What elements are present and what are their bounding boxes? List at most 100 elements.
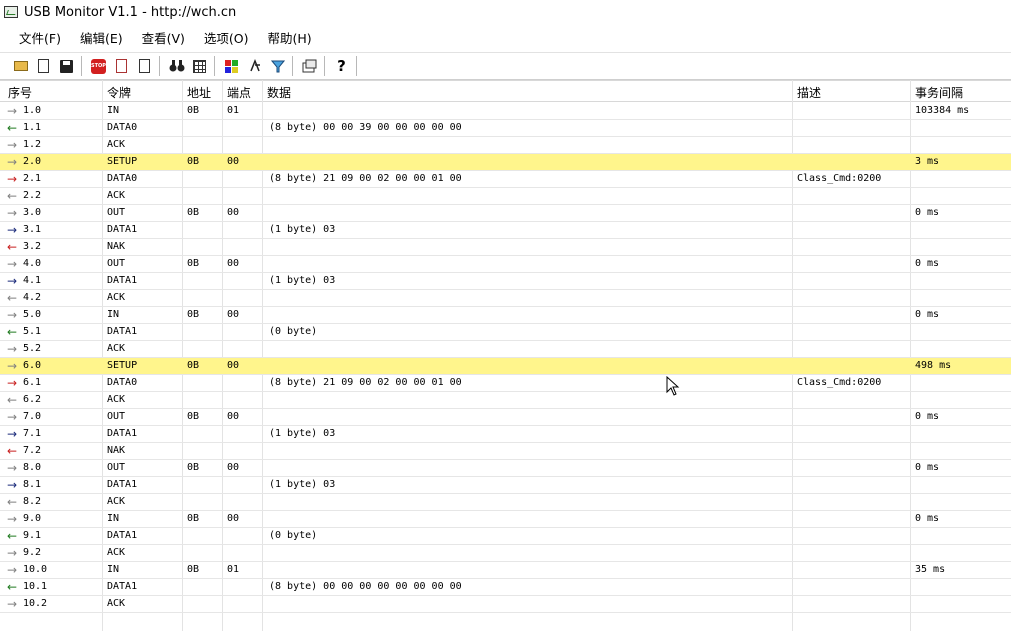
seq-cell: 3.2 (23, 241, 42, 252)
table-row[interactable]: ← 2.2 ACK (0, 188, 1011, 205)
direction-arrow-icon: → (7, 359, 18, 373)
description-cell: Class_Cmd:0200 (797, 173, 882, 184)
table-row[interactable]: ← 5.1 DATA1 (0 byte) (0, 324, 1011, 341)
menu-file[interactable]: 文件(F) (12, 28, 67, 47)
table-row[interactable]: ← 1.1 DATA0 (8 byte) 00 00 39 00 00 00 00 0… (0, 120, 1011, 137)
direction-arrow-icon: ← (7, 393, 18, 407)
seq-cell: 8.2 (23, 496, 42, 507)
filter-icon[interactable] (111, 56, 132, 76)
seq-cell: 4.0 (23, 258, 42, 269)
direction-arrow-icon: → (7, 512, 18, 526)
seq-cell: 6.0 (23, 360, 42, 371)
col-header-address[interactable]: 地址 (187, 84, 211, 101)
seq-cell: 6.2 (23, 394, 42, 405)
table-row[interactable]: → 2.1 DATA0 (8 byte) 21 09 00 02 00 00 01 0… (0, 171, 1011, 188)
col-header-data[interactable]: 数据 (267, 84, 291, 101)
grid-icon[interactable] (189, 56, 210, 76)
data-cell: (8 byte) 21 09 00 02 00 00 01 00 (269, 377, 462, 388)
table-row[interactable]: → 7.0 OUT 0B 00 0 ms (0, 409, 1011, 426)
direction-arrow-icon: ← (7, 325, 18, 339)
table-row[interactable]: → 10.0 IN 0B 01 35 ms (0, 562, 1011, 579)
token-cell: SETUP (107, 156, 138, 167)
table-row[interactable]: → 5.0 IN 0B 00 0 ms (0, 307, 1011, 324)
funnel-icon[interactable] (267, 56, 288, 76)
save-icon[interactable] (56, 56, 77, 76)
token-cell: OUT (107, 411, 126, 422)
table-row[interactable]: ← 3.2 NAK (0, 239, 1011, 256)
direction-arrow-icon: ← (7, 189, 18, 203)
token-cell: NAK (107, 445, 126, 456)
table-row[interactable]: → 1.0 IN 0B 01 103384 ms (0, 103, 1011, 120)
seq-cell: 5.2 (23, 343, 42, 354)
table-row[interactable]: ← 8.2 ACK (0, 494, 1011, 511)
checklist-icon[interactable] (134, 56, 155, 76)
col-header-token[interactable]: 令牌 (107, 84, 131, 101)
col-header-endpoint[interactable]: 端点 (227, 84, 251, 101)
menu-edit[interactable]: 编辑(E) (73, 28, 129, 47)
menu-help[interactable]: 帮助(H) (261, 28, 318, 47)
open-folder-icon[interactable] (10, 56, 31, 76)
toolbar: STOP ? (0, 52, 1011, 80)
data-cell: (8 byte) 00 00 39 00 00 00 00 00 (269, 122, 462, 133)
window-title: USB Monitor V1.1 - http://wch.cn (24, 4, 237, 20)
col-header-seq[interactable]: 序号 (8, 84, 32, 101)
direction-arrow-icon: → (7, 104, 18, 118)
token-cell: DATA1 (107, 581, 138, 592)
endpoint-cell: 00 (227, 360, 240, 371)
seq-cell: 10.1 (23, 581, 48, 592)
address-cell: 0B (187, 309, 200, 320)
pin-icon[interactable] (244, 56, 265, 76)
table-row[interactable]: → 10.2 ACK (0, 596, 1011, 613)
col-header-description[interactable]: 描述 (797, 84, 821, 101)
direction-arrow-icon: ← (7, 291, 18, 305)
col-header-interval[interactable]: 事务间隔 (915, 84, 963, 101)
table-row[interactable]: → 9.2 ACK (0, 545, 1011, 562)
table-row[interactable]: → 8.0 OUT 0B 00 0 ms (0, 460, 1011, 477)
seq-cell: 1.1 (23, 122, 42, 133)
table-row[interactable]: ← 4.2 ACK (0, 290, 1011, 307)
direction-arrow-icon: ← (7, 580, 18, 594)
table-row[interactable]: → 9.0 IN 0B 00 0 ms (0, 511, 1011, 528)
seq-cell: 9.0 (23, 513, 42, 524)
endpoint-cell: 00 (227, 156, 240, 167)
table-row[interactable]: → 6.0 SETUP 0B 00 498 ms (0, 358, 1011, 375)
menu-options[interactable]: 选项(O) (197, 28, 255, 47)
stop-icon[interactable]: STOP (88, 56, 109, 76)
menu-view[interactable]: 查看(V) (135, 28, 191, 47)
seq-cell: 10.2 (23, 598, 48, 609)
table-row[interactable]: ← 7.2 NAK (0, 443, 1011, 460)
toolbar-separator (159, 56, 160, 76)
title-bar: USB Monitor V1.1 - http://wch.cn (0, 0, 1011, 24)
table-row[interactable]: → 7.1 DATA1 (1 byte) 03 (0, 426, 1011, 443)
table-row[interactable]: → 2.0 SETUP 0B 00 3 ms (0, 154, 1011, 171)
token-cell: ACK (107, 139, 126, 150)
interval-cell: 0 ms (915, 207, 940, 218)
interval-cell: 498 ms (915, 360, 952, 371)
table-row[interactable]: → 3.1 DATA1 (1 byte) 03 (0, 222, 1011, 239)
help-icon[interactable]: ? (331, 56, 352, 76)
token-cell: ACK (107, 598, 126, 609)
table-row[interactable]: ← 6.2 ACK (0, 392, 1011, 409)
properties-icon[interactable] (299, 56, 320, 76)
table-row[interactable]: → 4.0 OUT 0B 00 0 ms (0, 256, 1011, 273)
table-row[interactable]: → 5.2 ACK (0, 341, 1011, 358)
seq-cell: 1.2 (23, 139, 42, 150)
interval-cell: 103384 ms (915, 105, 970, 116)
table-row[interactable]: ← 9.1 DATA1 (0 byte) (0, 528, 1011, 545)
table-row[interactable]: → 3.0 OUT 0B 00 0 ms (0, 205, 1011, 222)
token-cell: DATA1 (107, 479, 138, 490)
table-row[interactable]: ← 10.1 DATA1 (8 byte) 00 00 00 00 00 00 00 … (0, 579, 1011, 596)
direction-arrow-icon: → (7, 376, 18, 390)
colors-icon[interactable] (221, 56, 242, 76)
seq-cell: 7.0 (23, 411, 42, 422)
table-row[interactable]: → 4.1 DATA1 (1 byte) 03 (0, 273, 1011, 290)
token-cell: OUT (107, 462, 126, 473)
endpoint-cell: 00 (227, 309, 240, 320)
toolbar-separator (324, 56, 325, 76)
table-row[interactable]: → 1.2 ACK (0, 137, 1011, 154)
export-icon[interactable] (33, 56, 54, 76)
seq-cell: 2.1 (23, 173, 42, 184)
binoculars-icon[interactable] (166, 56, 187, 76)
table-row[interactable]: → 6.1 DATA0 (8 byte) 21 09 00 02 00 00 01 0… (0, 375, 1011, 392)
table-row[interactable]: → 8.1 DATA1 (1 byte) 03 (0, 477, 1011, 494)
